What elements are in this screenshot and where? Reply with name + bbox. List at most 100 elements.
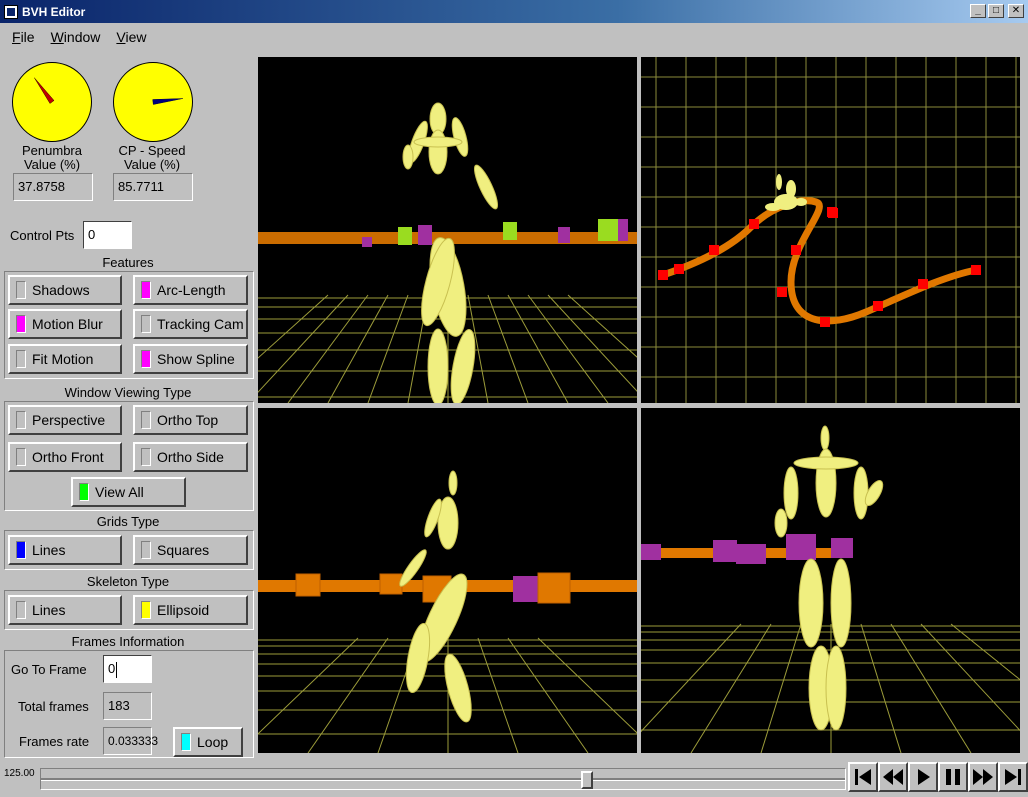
current-frame-label: 125.00 [4,768,35,779]
goto-frame-input[interactable]: 0 [103,655,152,683]
perspective-label: Perspective [32,412,106,428]
cp-speed-label: CP - Speed Value (%) [102,144,202,172]
control-points [658,207,981,327]
penumbra-label: Penumbra Value (%) [2,144,102,172]
transport-controls [848,762,1028,792]
arc-length-button[interactable]: Arc-Length [133,275,248,305]
motion-blur-label: Motion Blur [32,316,103,332]
tracking-cam-indicator [141,315,151,333]
arc-length-label: Arc-Length [157,282,226,298]
ortho-side-label: Ortho Side [157,449,224,465]
loop-indicator [181,733,191,751]
skip-start-icon [855,769,871,785]
goto-frame-value: 0 [108,661,116,676]
shadows-button[interactable]: Shadows [8,275,122,305]
ortho-side-indicator [141,448,151,466]
fast-forward-button[interactable] [968,762,998,792]
perspective-button[interactable]: Perspective [8,405,122,435]
motion-blur-indicator [16,315,26,333]
viewport-ortho-side[interactable] [641,408,1020,753]
ortho-front-label: Ortho Front [32,449,104,465]
features-title: Features [102,255,154,270]
app-icon [4,4,18,19]
penumbra-label-line1: Penumbra [22,143,82,158]
cp-speed-needle [152,98,183,105]
penumbra-label-line2: Value (%) [23,157,81,172]
ortho-front-button[interactable]: Ortho Front [8,442,122,472]
timeline-slider[interactable] [40,768,846,790]
skip-end-icon [1005,769,1021,785]
goto-frame-label: Go To Frame [11,662,87,677]
shadows-label: Shadows [32,282,90,298]
play-button[interactable] [908,762,938,792]
skeleton-side [774,425,884,731]
top-grid [641,57,1020,403]
view-all-indicator [79,483,89,501]
fast-forward-icon [973,769,993,785]
pause-icon [946,769,960,785]
menu-view[interactable]: View [108,29,154,45]
grid-squares-indicator [141,541,151,559]
cp-speed-value: 85.7711 [113,173,193,201]
control-panel: Penumbra Value (%) CP - Speed Value (%) … [0,52,256,758]
grid-lines-indicator [16,541,26,559]
ortho-top-label: Ortho Top [157,412,219,428]
frames-rate-value: 0.033333 [103,727,158,755]
fit-motion-button[interactable]: Fit Motion [8,344,122,374]
perspective-indicator [16,411,26,429]
penumbra-dial[interactable] [12,62,92,142]
skeleton-title: Skeleton Type [86,574,170,589]
ortho-side-button[interactable]: Ortho Side [133,442,248,472]
view-all-button[interactable]: View All [71,477,186,507]
spline-path [661,197,977,325]
play-icon [918,769,930,785]
viewport-ortho-top[interactable] [641,57,1020,403]
cp-speed-dial[interactable] [113,62,193,142]
shadows-indicator [16,281,26,299]
pause-button[interactable] [938,762,968,792]
show-spline-indicator [141,350,151,368]
show-spline-label: Show Spline [157,351,235,367]
close-icon[interactable]: ✕ [1008,4,1024,18]
frames-rate-label: Frames rate [19,734,90,749]
menu-window[interactable]: Window [43,29,109,45]
skeleton [402,102,499,403]
grid-lines-label: Lines [32,542,66,558]
loop-button[interactable]: Loop [173,727,243,757]
rewind-button[interactable] [878,762,908,792]
skeleton-lines-label: Lines [32,602,66,618]
minimize-icon[interactable]: _ [970,4,986,18]
frames-title: Frames Information [71,634,185,649]
ellipsoid-button[interactable]: Ellipsoid [133,595,248,625]
penumbra-value: 37.8758 [13,173,93,201]
timeline-thumb[interactable] [580,771,593,789]
motion-blur-button[interactable]: Motion Blur [8,309,122,339]
viewport-ortho-front[interactable] [258,408,637,753]
grid-squares-button[interactable]: Squares [133,535,248,565]
menu-bar: File Window View [0,23,1028,51]
ortho-front-indicator [16,448,26,466]
grids-title: Grids Type [96,514,160,529]
timeline-groove [41,778,845,781]
ortho-top-button[interactable]: Ortho Top [133,405,248,435]
viewport-perspective[interactable] [258,57,637,403]
fit-motion-label: Fit Motion [32,351,94,367]
arc-length-indicator [141,281,151,299]
view-all-label: View All [95,484,144,500]
fit-motion-indicator [16,350,26,368]
show-spline-button[interactable]: Show Spline [133,344,248,374]
tracking-cam-button[interactable]: Tracking Cam [133,309,248,339]
grid-lines-button[interactable]: Lines [8,535,122,565]
timeline-bar: 125.00 [0,760,1028,797]
first-frame-button[interactable] [848,762,878,792]
text-cursor [116,661,118,678]
skeleton-lines-button[interactable]: Lines [8,595,122,625]
ellipsoid-indicator [141,601,151,619]
menu-file[interactable]: File [4,29,43,45]
penumbra-needle [34,77,55,104]
control-pts-input[interactable]: 0 [83,221,132,249]
maximize-icon[interactable]: □ [988,4,1004,18]
control-pts-label: Control Pts [10,228,75,243]
skeleton-top [765,174,807,211]
last-frame-button[interactable] [998,762,1028,792]
